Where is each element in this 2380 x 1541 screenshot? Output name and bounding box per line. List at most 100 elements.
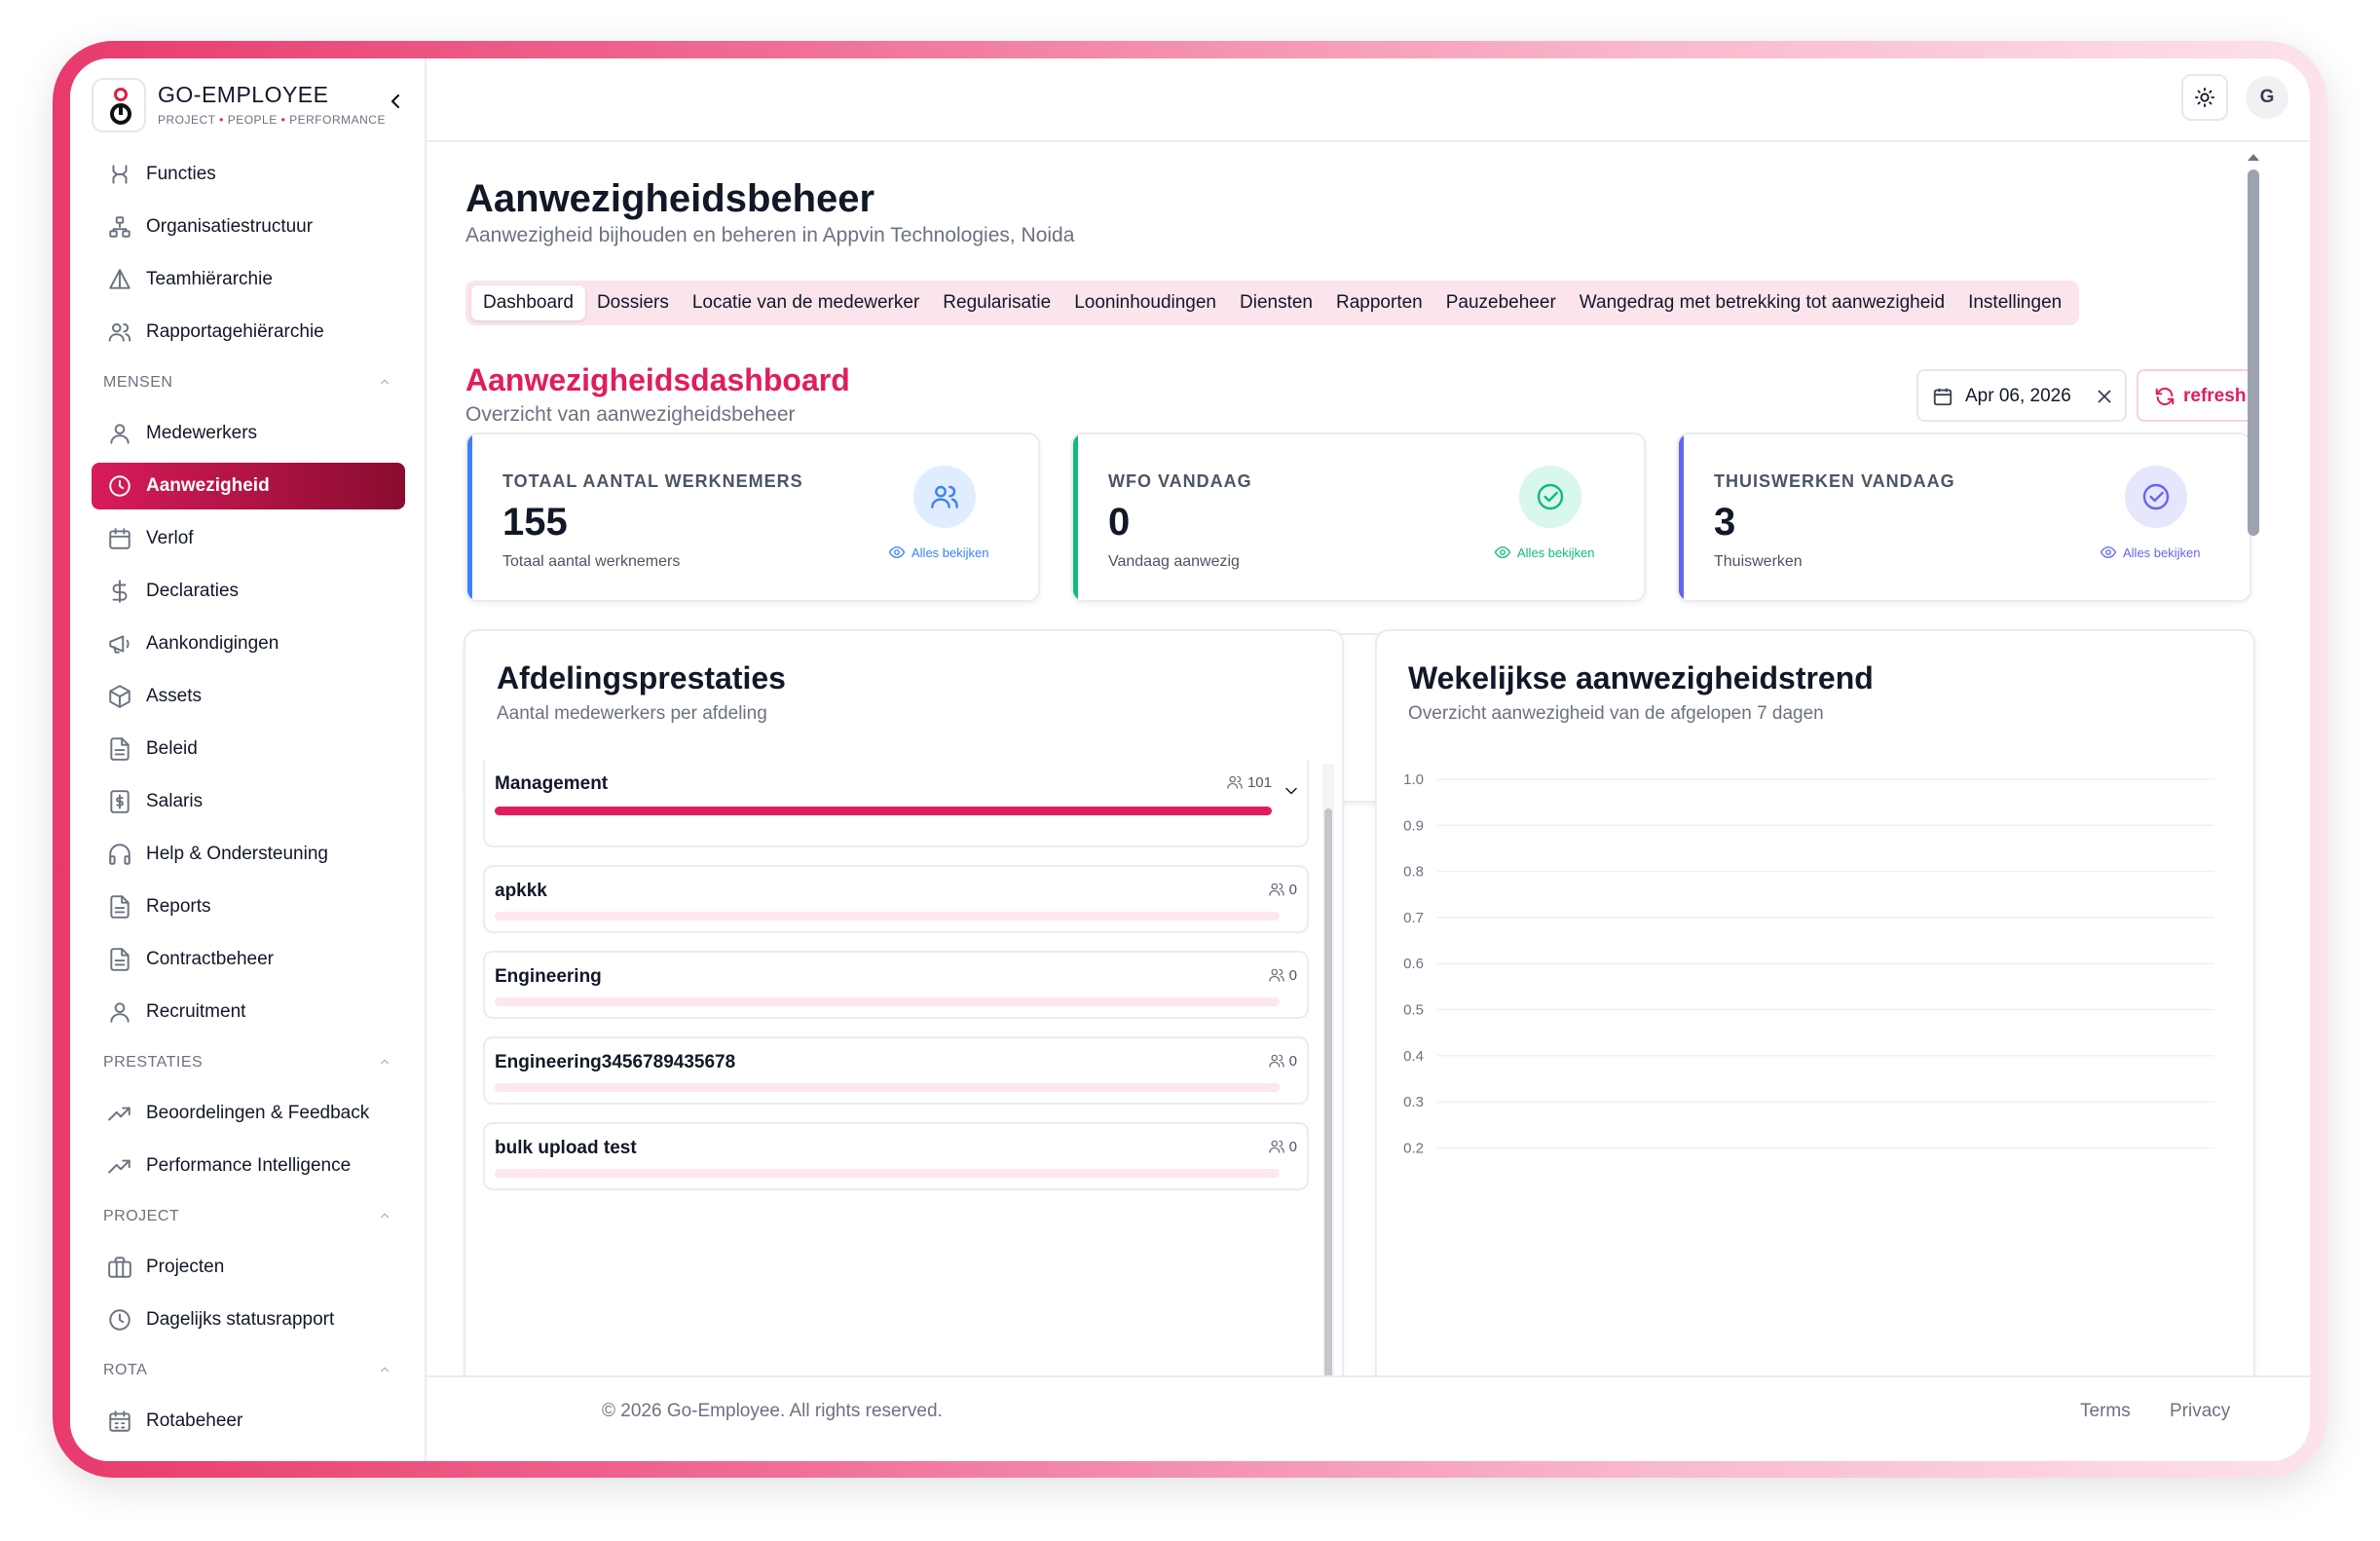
sidebar-item-reports[interactable]: Reports (92, 881, 405, 933)
sidebar-item-label: Assets (146, 686, 203, 706)
sidebar-item-label: Beleid (146, 738, 198, 759)
sidebar-item-projecten[interactable]: Projecten (92, 1241, 405, 1294)
sidebar-item-help-ondersteuning[interactable]: Help & Ondersteuning (92, 828, 405, 881)
panel-subtitle: Aantal medewerkers per afdeling (497, 703, 767, 724)
briefcase-icon (107, 1255, 132, 1280)
sidebar-item-aankondigingen[interactable]: Aankondigingen (92, 618, 405, 670)
calendar-icon (1933, 388, 1952, 406)
clear-date-icon[interactable] (2094, 386, 2115, 407)
department-row[interactable]: Management 101 (483, 760, 1309, 847)
tab-wangedrag-met-betrekking-tot-aanwezigheid[interactable]: Wangedrag met betrekking tot aanwezighei… (1568, 285, 1956, 320)
sidebar-item-label: Teamhiërarchie (146, 269, 273, 289)
sidebar-section-project[interactable]: PROJECT (92, 1192, 405, 1241)
user-avatar[interactable]: G (2246, 76, 2288, 119)
card-accent-bar (1679, 434, 1684, 600)
refresh-button[interactable]: refresh (2137, 369, 2255, 422)
y-tick-label: 0.7 (1403, 910, 1424, 926)
tab-instellingen[interactable]: Instellingen (1956, 285, 2073, 320)
department-progress-bar (495, 912, 1280, 921)
sidebar-item-teamhi-rarchie[interactable]: Teamhiërarchie (92, 253, 405, 306)
tab-dossiers[interactable]: Dossiers (585, 285, 681, 320)
tab-rapporten[interactable]: Rapporten (1324, 285, 1434, 320)
sidebar-section-mensen[interactable]: MENSEN (92, 358, 405, 407)
department-row[interactable]: bulk upload test 0 (483, 1122, 1309, 1190)
sidebar-section-title: PRESTATIES (103, 1054, 204, 1071)
y-tick-label: 0.9 (1403, 817, 1424, 834)
tab-locatie-van-de-medewerker[interactable]: Locatie van de medewerker (681, 285, 931, 320)
chevron-down-icon[interactable] (1282, 781, 1301, 801)
sidebar-item-label: Aankondigingen (146, 633, 279, 654)
sidebar-item-rapportagehi-rarchie[interactable]: Rapportagehiërarchie (92, 306, 405, 358)
tab-pauzebeheer[interactable]: Pauzebeheer (1434, 285, 1568, 320)
main-scrollbar-thumb[interactable] (2248, 169, 2259, 536)
users-icon (1268, 966, 1285, 984)
sidebar-item-recruitment[interactable]: Recruitment (92, 986, 405, 1038)
department-count: 0 (1268, 966, 1297, 984)
card-label: THUISWERKEN VANDAAG (1714, 471, 1955, 491)
department-count: 0 (1268, 1138, 1297, 1155)
stat-card-wfo-vandaag: WFO VANDAAG 0 Vandaag aanwezig Alles bek… (1071, 432, 1646, 602)
department-row[interactable]: Engineering3456789435678 0 (483, 1036, 1309, 1105)
sidebar-item-label: Verlof (146, 528, 194, 548)
box-icon (107, 684, 132, 709)
sidebar-item-label: Dagelijks statusrapport (146, 1309, 335, 1330)
sidebar-item-verlof[interactable]: Verlof (92, 512, 405, 565)
tab-regularisatie[interactable]: Regularisatie (931, 285, 1062, 320)
card-label: TOTAAL AANTAL WERKNEMERS (502, 471, 803, 491)
sidebar-item-label: Beoordelingen & Feedback (146, 1103, 370, 1123)
sidebar-section-prestaties[interactable]: PRESTATIES (92, 1038, 405, 1087)
privacy-link[interactable]: Privacy (2170, 1401, 2230, 1422)
chevron-up-icon (378, 1055, 391, 1069)
panel-title: Wekelijkse aanwezigheidstrend (1408, 660, 1874, 695)
brand[interactable]: GO-EMPLOYEE PROJECT • PEOPLE • PERFORMAN… (92, 78, 403, 134)
view-all-link[interactable]: Alles bekijken (2100, 544, 2201, 561)
department-row[interactable]: Engineering 0 (483, 951, 1309, 1019)
tab-dashboard[interactable]: Dashboard (471, 285, 585, 320)
view-all-link[interactable]: Alles bekijken (1494, 544, 1595, 561)
megaphone-icon (107, 631, 132, 657)
sidebar-item-performance-intelligence[interactable]: Performance Intelligence (92, 1140, 405, 1192)
eye-icon (888, 544, 906, 561)
view-all-label: Alles bekijken (911, 545, 989, 560)
sitemap-icon (107, 214, 132, 240)
sidebar-item-rotabeheer[interactable]: Rotabeheer (92, 1395, 405, 1447)
stat-card-totaal-aantal-werknemers: TOTAAL AANTAL WERKNEMERS 155 Totaal aant… (465, 432, 1040, 602)
department-row[interactable]: apkkk 0 (483, 865, 1309, 933)
sidebar-item-label: Declaraties (146, 581, 240, 601)
sidebar-item-organisatiestructuur[interactable]: Organisatiestructuur (92, 201, 405, 253)
date-picker[interactable]: Apr 06, 2026 (1916, 369, 2127, 422)
users-icon (107, 319, 132, 345)
user-icon (107, 999, 132, 1025)
sidebar-item-salaris[interactable]: Salaris (92, 775, 405, 828)
footer: © 2026 Go-Employee. All rights reserved.… (427, 1375, 2310, 1461)
scroll-up-arrow-icon[interactable] (2247, 152, 2260, 162)
sidebar-item-assets[interactable]: Assets (92, 670, 405, 723)
card-description: Vandaag aanwezig (1108, 553, 1240, 570)
brand-name: GO-EMPLOYEE (158, 82, 329, 107)
tab-looninhoudingen[interactable]: Looninhoudingen (1062, 285, 1228, 320)
terms-link[interactable]: Terms (2080, 1401, 2131, 1422)
collapse-sidebar-icon[interactable] (384, 90, 407, 113)
sidebar-item-declaraties[interactable]: Declaraties (92, 565, 405, 618)
sidebar-section-rota[interactable]: ROTA (92, 1346, 405, 1395)
sidebar-item-medewerkers[interactable]: Medewerkers (92, 407, 405, 460)
sidebar-item-label: Medewerkers (146, 423, 258, 443)
y-tick-label: 0.4 (1403, 1048, 1424, 1065)
document-icon (107, 947, 132, 972)
calendar-grid-icon (107, 1409, 132, 1434)
department-list-scrollbar[interactable] (1322, 764, 1334, 1375)
sidebar-item-dagelijks-statusrapport[interactable]: Dagelijks statusrapport (92, 1294, 405, 1346)
sidebar-item-functies[interactable]: Functies (92, 148, 405, 201)
chevron-up-icon (378, 1363, 391, 1376)
sidebar-item-beleid[interactable]: Beleid (92, 723, 405, 775)
sidebar-item-contractbeheer[interactable]: Contractbeheer (92, 933, 405, 986)
sidebar-item-aanwezigheid[interactable]: Aanwezigheid (92, 463, 405, 509)
tab-diensten[interactable]: Diensten (1228, 285, 1324, 320)
dashboard-subtitle: Overzicht van aanwezigheidsbeheer (465, 403, 796, 426)
sidebar-item-beoordelingen-feedback[interactable]: Beoordelingen & Feedback (92, 1087, 405, 1140)
theme-toggle-button[interactable] (2181, 74, 2228, 121)
view-all-link[interactable]: Alles bekijken (888, 544, 989, 561)
copyright-text: © 2026 Go-Employee. All rights reserved. (602, 1401, 943, 1421)
refresh-icon (2155, 387, 2175, 406)
sidebar-section-title: ROTA (103, 1362, 148, 1378)
